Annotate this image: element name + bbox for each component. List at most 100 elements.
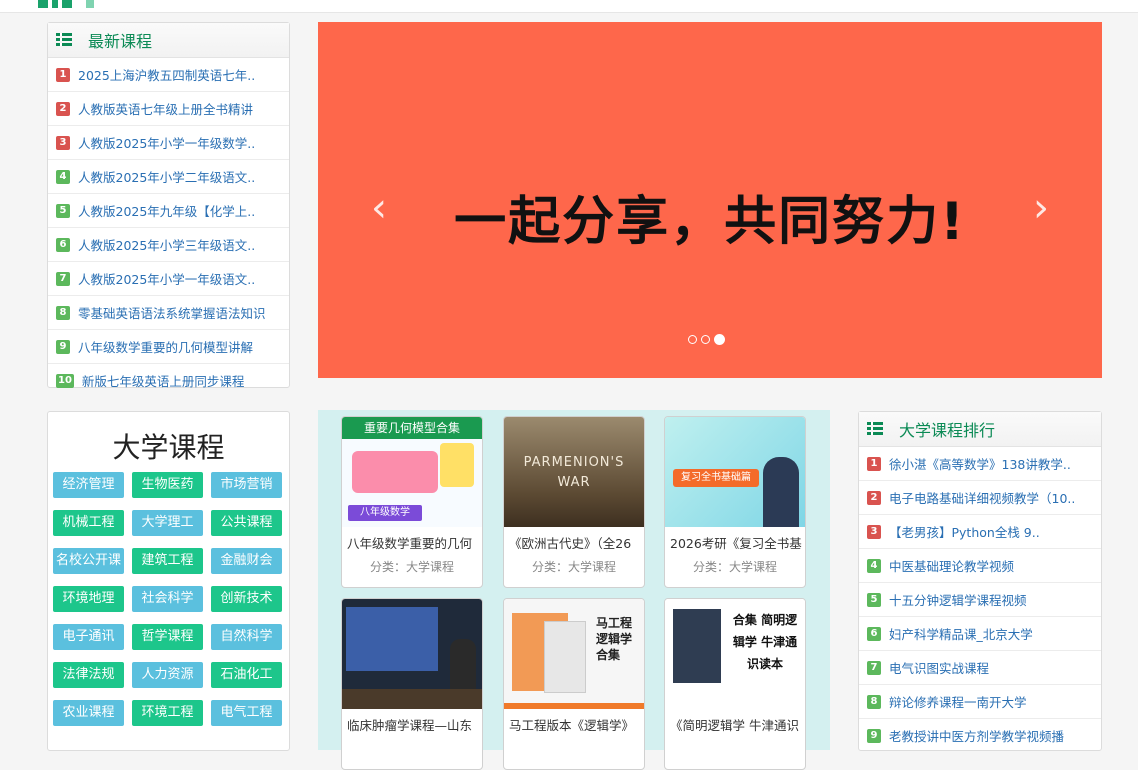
- list-item[interactable]: 6 妇产科学精品课_北京大学: [859, 617, 1101, 651]
- list-item[interactable]: 1 2025上海沪教五四制英语七年..: [48, 58, 289, 92]
- course-link[interactable]: 新版七年级英语上册同步课程: [82, 371, 245, 390]
- course-link[interactable]: 电子电路基础详细视频教学（10..: [889, 488, 1075, 507]
- course-category: 分类：大学课程: [692, 560, 777, 574]
- list-item[interactable]: 3 人教版2025年小学一年级数学..: [48, 126, 289, 160]
- thumb-text: 马工程逻辑学合集: [596, 616, 633, 662]
- list-item[interactable]: 9 八年级数学重要的几何模型讲解: [48, 330, 289, 364]
- course-title[interactable]: 2026考研《复习全书基: [665, 535, 805, 553]
- course-card[interactable]: 重要几何模型合集 八年级数学 八年级数学重要的几何 分类：大学课程: [341, 416, 483, 588]
- course-card[interactable]: PARMENION'S WAR 《欧洲古代史》（全26 分类：大学课程: [503, 416, 645, 588]
- ranking-list: 1 徐小湛《高等数学》138讲教学.. 2 电子电路基础详细视频教学（10.. 3 【老男…: [859, 447, 1101, 752]
- list-item[interactable]: 4 人教版2025年小学二年级语文..: [48, 160, 289, 194]
- rank-number-badge: 4: [56, 169, 70, 184]
- list-item[interactable]: 2 电子电路基础详细视频教学（10..: [859, 481, 1101, 515]
- course-link[interactable]: 八年级数学重要的几何模型讲解: [78, 337, 253, 356]
- rank-number-badge: 1: [56, 67, 70, 82]
- category-button[interactable]: 环境工程: [132, 700, 203, 726]
- course-card[interactable]: 马工程逻辑学合集 马工程版本《逻辑学》: [503, 598, 645, 770]
- category-button[interactable]: 建筑工程: [132, 548, 203, 574]
- banner-carousel[interactable]: 一起分享，共同努力! ‹ ›: [318, 22, 1102, 378]
- category-button[interactable]: 电子通讯: [53, 624, 124, 650]
- course-link[interactable]: 电气识图实战课程: [889, 658, 989, 677]
- category-button[interactable]: 环境地理: [53, 586, 124, 612]
- category-button[interactable]: 机械工程: [53, 510, 124, 536]
- list-item[interactable]: 8 辩论修养课程一南开大学: [859, 685, 1101, 719]
- course-title[interactable]: 马工程版本《逻辑学》: [504, 717, 644, 735]
- course-link[interactable]: 徐小湛《高等数学》138讲教学..: [889, 454, 1071, 473]
- course-link[interactable]: 2025上海沪教五四制英语七年..: [78, 65, 255, 84]
- course-link[interactable]: 中医基础理论教学视频: [889, 556, 1014, 575]
- category-button[interactable]: 金融财会: [211, 548, 282, 574]
- thumb-text: 复习全书基础篇: [673, 469, 759, 487]
- rank-number-badge: 5: [56, 203, 70, 218]
- course-card[interactable]: 临床肿瘤学课程—山东: [341, 598, 483, 770]
- course-thumbnail: 合集 简明逻辑学 牛津通识读本: [665, 599, 805, 709]
- course-link[interactable]: 【老男孩】Python全栈 9..: [889, 522, 1040, 541]
- category-button[interactable]: 名校公开课: [53, 548, 124, 574]
- course-thumbnail: PARMENION'S WAR: [504, 417, 644, 527]
- list-item[interactable]: 5 人教版2025年九年级【化学上..: [48, 194, 289, 228]
- thumb-person: [763, 457, 799, 527]
- university-categories-panel: 大学课程 经济管理 生物医药 市场营销机械工程 大学理工 公共课程名校公开课 建筑工程 金融…: [47, 411, 290, 751]
- course-title[interactable]: 《简明逻辑学 牛津通识: [665, 717, 805, 735]
- list-item[interactable]: 7 电气识图实战课程: [859, 651, 1101, 685]
- category-button[interactable]: 农业课程: [53, 700, 124, 726]
- list-item[interactable]: 3 【老男孩】Python全栈 9..: [859, 515, 1101, 549]
- course-link[interactable]: 十五分钟逻辑学课程视频: [889, 590, 1027, 609]
- course-thumbnail: 马工程逻辑学合集: [504, 599, 644, 709]
- category-button[interactable]: 电气工程: [211, 700, 282, 726]
- thumb-subtitle: 八年级数学: [348, 505, 422, 521]
- list-item[interactable]: 8 零基础英语语法系统掌握语法知识: [48, 296, 289, 330]
- list-item[interactable]: 7 人教版2025年小学一年级语文..: [48, 262, 289, 296]
- list-item[interactable]: 9 老教授讲中医方剂学教学视频播: [859, 719, 1101, 752]
- course-title[interactable]: 八年级数学重要的几何: [342, 535, 482, 553]
- course-thumbnail: 复习全书基础篇: [665, 417, 805, 527]
- course-link[interactable]: 人教版2025年九年级【化学上..: [78, 201, 255, 220]
- category-button[interactable]: 经济管理: [53, 472, 124, 498]
- category-button[interactable]: 自然科学: [211, 624, 282, 650]
- course-card[interactable]: 复习全书基础篇 2026考研《复习全书基 分类：大学课程: [664, 416, 806, 588]
- chevron-left-icon[interactable]: ‹: [359, 188, 399, 228]
- category-button[interactable]: 石油化工: [211, 662, 282, 688]
- course-card[interactable]: 合集 简明逻辑学 牛津通识读本 《简明逻辑学 牛津通识: [664, 598, 806, 770]
- course-link[interactable]: 人教版2025年小学三年级语文..: [78, 235, 255, 254]
- course-link[interactable]: 人教版2025年小学二年级语文..: [78, 167, 255, 186]
- list-item[interactable]: 5 十五分钟逻辑学课程视频: [859, 583, 1101, 617]
- site-logo[interactable]: [38, 0, 94, 8]
- chevron-right-icon[interactable]: ›: [1021, 188, 1061, 228]
- latest-courses-panel: 最新课程 1 2025上海沪教五四制英语七年.. 2 人教版英语七年级上册全书精讲 3 人…: [47, 22, 290, 389]
- course-card-area: 重要几何模型合集 八年级数学 八年级数学重要的几何 分类：大学课程 PARMEN…: [318, 410, 830, 770]
- course-link[interactable]: 人教版英语七年级上册全书精讲: [78, 99, 253, 118]
- category-button[interactable]: 法律法规: [53, 662, 124, 688]
- carousel-dot-2[interactable]: [701, 335, 710, 344]
- category-button[interactable]: 创新技术: [211, 586, 282, 612]
- category-button[interactable]: 哲学课程: [132, 624, 203, 650]
- carousel-dot-3[interactable]: [714, 334, 725, 345]
- course-title[interactable]: 临床肿瘤学课程—山东: [342, 717, 482, 735]
- list-item[interactable]: 6 人教版2025年小学三年级语文..: [48, 228, 289, 262]
- course-link[interactable]: 妇产科学精品课_北京大学: [889, 624, 1033, 643]
- list-item[interactable]: 2 人教版英语七年级上册全书精讲: [48, 92, 289, 126]
- rank-number-badge: 7: [56, 271, 70, 286]
- list-item[interactable]: 1 徐小湛《高等数学》138讲教学..: [859, 447, 1101, 481]
- category-button[interactable]: 公共课程: [211, 510, 282, 536]
- category-button[interactable]: 大学理工: [132, 510, 203, 536]
- list-item[interactable]: 10 新版七年级英语上册同步课程: [48, 364, 289, 397]
- category-button[interactable]: 人力资源: [132, 662, 203, 688]
- course-link[interactable]: 人教版2025年小学一年级语文..: [78, 269, 255, 288]
- list-item[interactable]: 4 中医基础理论教学视频: [859, 549, 1101, 583]
- rank-number-badge: 2: [56, 101, 70, 116]
- thumb-bar: [504, 703, 644, 709]
- course-thumbnail: [342, 599, 482, 709]
- categories-title: 大学课程: [112, 431, 225, 464]
- category-button[interactable]: 市场营销: [211, 472, 282, 498]
- latest-courses-title: 最新课程: [88, 32, 153, 51]
- category-button[interactable]: 社会科学: [132, 586, 203, 612]
- course-link[interactable]: 老教授讲中医方剂学教学视频播: [889, 726, 1064, 745]
- course-link[interactable]: 人教版2025年小学一年级数学..: [78, 133, 255, 152]
- course-title[interactable]: 《欧洲古代史》（全26: [504, 535, 644, 553]
- carousel-dot-1[interactable]: [688, 335, 697, 344]
- category-button[interactable]: 生物医药: [132, 472, 203, 498]
- course-link[interactable]: 零基础英语语法系统掌握语法知识: [78, 303, 266, 322]
- course-link[interactable]: 辩论修养课程一南开大学: [889, 692, 1027, 711]
